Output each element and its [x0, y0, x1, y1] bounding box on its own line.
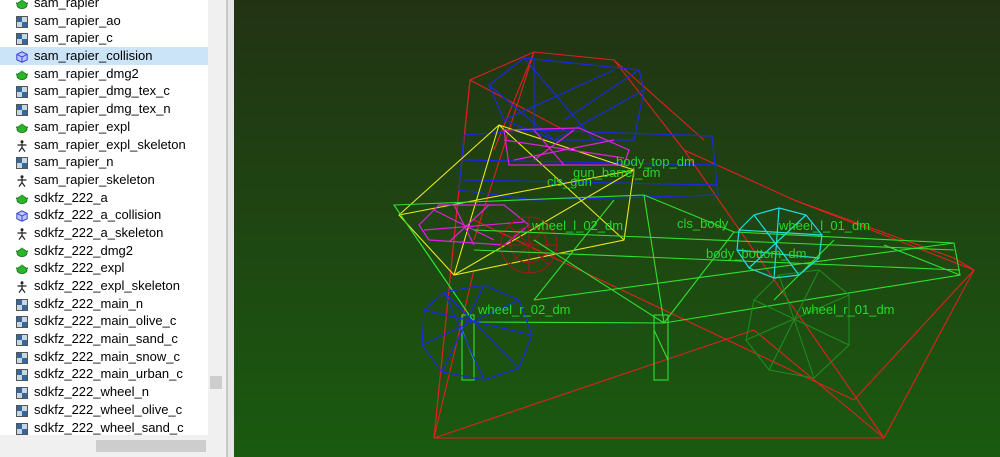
asset-list-item-label: sdkfz_222_main_urban_c	[34, 366, 183, 382]
asset-list-pane: sam_rapier sam_rapier_ao sam_rapier_c sam_r…	[0, 0, 208, 457]
asset-list-item[interactable]: sdkfz_222_main_sand_c	[0, 330, 208, 348]
asset-list-item-label: sdkfz_222_expl_skeleton	[34, 278, 180, 293]
asset-list-item-label: sam_rapier_c	[34, 30, 113, 46]
asset-list-item[interactable]: sdkfz_222_expl_skeleton	[0, 277, 208, 295]
asset-list-item[interactable]: sdkfz_222_a_skeleton	[0, 224, 208, 242]
asset-list-item-label: sdkfz_222_expl	[34, 260, 125, 276]
asset-list-item-label: sdkfz_222_main_n	[34, 295, 144, 311]
asset-list-item[interactable]: sdkfz_222_wheel_n	[0, 383, 208, 401]
asset-list-item-label: sdkfz_222_main_sand_c	[34, 331, 178, 347]
asset-list-item-label: sam_rapier_expl_skeleton	[34, 136, 186, 152]
vertical-scrollbar-thumb[interactable]	[210, 376, 222, 389]
texture-icon	[16, 15, 28, 28]
asset-list-item-label: sam_rapier_dmg2	[34, 65, 139, 81]
asset-list-item-label: sdkfz_222_wheel_olive_c	[34, 401, 183, 417]
texture-icon	[16, 156, 28, 170]
asset-list-item[interactable]: sdkfz_222_a	[0, 189, 208, 207]
asset-list-item[interactable]: sdkfz_222_main_olive_c	[0, 312, 208, 330]
asset-list-item-label: sam_rapier	[34, 0, 100, 10]
teapot-icon	[15, 68, 29, 80]
skeleton-icon	[16, 227, 28, 240]
texture-icon	[16, 422, 28, 435]
asset-list-item-label: sdkfz_222_a	[34, 189, 108, 205]
texture-icon	[16, 85, 28, 99]
collision-cube-icon	[16, 50, 28, 63]
blue-wheel-wireframe	[421, 284, 533, 381]
texture-icon	[16, 333, 28, 347]
asset-list-item-label: sdkfz_222_a_collision	[34, 207, 162, 223]
label-wheel-r-01-dm: wheel_r_01_dm	[801, 302, 895, 317]
teapot-icon	[15, 0, 29, 9]
asset-list-item[interactable]: sdkfz_222_main_urban_c	[0, 365, 208, 383]
label-wheel-r-02-dm: wheel_r_02_dm	[477, 302, 571, 317]
asset-list-item-label: sam_rapier_dmg_tex_c	[34, 83, 170, 99]
label-body-bottom-dm: body_bottom_dm	[706, 246, 806, 261]
asset-list-item-label: sdkfz_222_main_olive_c	[34, 313, 177, 329]
texture-icon	[16, 298, 28, 311]
asset-list-item-label: sam_rapier_expl	[34, 118, 131, 134]
asset-list-item[interactable]: sam_rapier_dmg_tex_c	[0, 82, 208, 100]
asset-list-item[interactable]: sdkfz_222_main_snow_c	[0, 348, 208, 366]
texture-icon	[16, 351, 28, 364]
teapot-icon	[15, 262, 29, 275]
asset-list-item[interactable]: sam_rapier_c	[0, 29, 208, 47]
asset-list-item-label: sdkfz_222_main_snow_c	[34, 348, 180, 364]
teapot-icon	[15, 245, 29, 257]
asset-list-item[interactable]: sam_rapier	[0, 0, 208, 12]
asset-list-item[interactable]: sam_rapier_skeleton	[0, 171, 208, 189]
asset-list-item-label: sam_rapier_n	[34, 154, 114, 170]
label-wheel-l-01-dm: wheel_l_01_dm	[778, 218, 870, 233]
asset-list-item[interactable]: sdkfz_222_main_n	[0, 295, 208, 313]
teapot-icon	[15, 121, 29, 133]
asset-list-item[interactable]: sam_rapier_expl_skeleton	[0, 136, 208, 154]
asset-list-item-label: sam_rapier_dmg_tex_n	[34, 101, 171, 117]
asset-list[interactable]: sam_rapier sam_rapier_ao sam_rapier_c sam_r…	[0, 0, 208, 436]
asset-list-item[interactable]: sam_rapier_dmg_tex_n	[0, 100, 208, 118]
texture-icon	[16, 103, 28, 117]
label-wheel-l-02-dm: wheel_l_02_dm	[531, 218, 623, 233]
3d-viewport[interactable]: body_top_dm gun_barrel_dm cls_gun cls_bo…	[234, 0, 1000, 457]
collision-cube-icon	[16, 209, 28, 223]
skeleton-icon	[16, 174, 28, 187]
texture-icon	[16, 386, 28, 400]
asset-list-item-label: sdkfz_222_dmg2	[34, 242, 134, 258]
texture-icon	[16, 32, 28, 46]
asset-list-item[interactable]: sam_rapier_expl	[0, 118, 208, 136]
horizontal-scrollbar-thumb[interactable]	[96, 440, 206, 452]
label-cls-body: cls_body	[677, 216, 729, 231]
texture-icon	[16, 404, 28, 417]
asset-list-item-label: sam_rapier_ao	[34, 12, 121, 28]
skeleton-icon	[16, 280, 28, 293]
teapot-icon	[15, 192, 29, 204]
asset-list-item[interactable]: sam_rapier_collision	[0, 47, 208, 65]
asset-list-item[interactable]: sdkfz_222_dmg2	[0, 242, 208, 260]
asset-list-item[interactable]: sam_rapier_ao	[0, 12, 208, 30]
asset-list-item[interactable]: sdkfz_222_expl	[0, 259, 208, 277]
asset-list-item[interactable]: sdkfz_222_wheel_sand_c	[0, 419, 208, 437]
texture-icon	[16, 315, 28, 329]
label-cls-gun: cls_gun	[547, 174, 592, 189]
asset-list-item-label: sdkfz_222_a_skeleton	[34, 224, 164, 240]
asset-list-item[interactable]: sdkfz_222_a_collision	[0, 206, 208, 224]
asset-list-item-label: sdkfz_222_wheel_n	[34, 384, 149, 400]
skeleton-icon	[16, 139, 28, 152]
asset-list-item[interactable]: sam_rapier_n	[0, 153, 208, 171]
asset-list-item-label: sam_rapier_skeleton	[34, 171, 155, 187]
dark-green-wheel-wireframe	[745, 269, 850, 379]
asset-list-item[interactable]: sdkfz_222_wheel_olive_c	[0, 401, 208, 419]
asset-list-item[interactable]: sam_rapier_dmg2	[0, 65, 208, 83]
texture-icon	[16, 368, 28, 382]
asset-list-item-label: sam_rapier_collision	[34, 48, 153, 64]
wireframe-scene: body_top_dm gun_barrel_dm cls_gun cls_bo…	[392, 51, 975, 439]
asset-list-item-label: sdkfz_222_wheel_sand_c	[34, 419, 184, 435]
